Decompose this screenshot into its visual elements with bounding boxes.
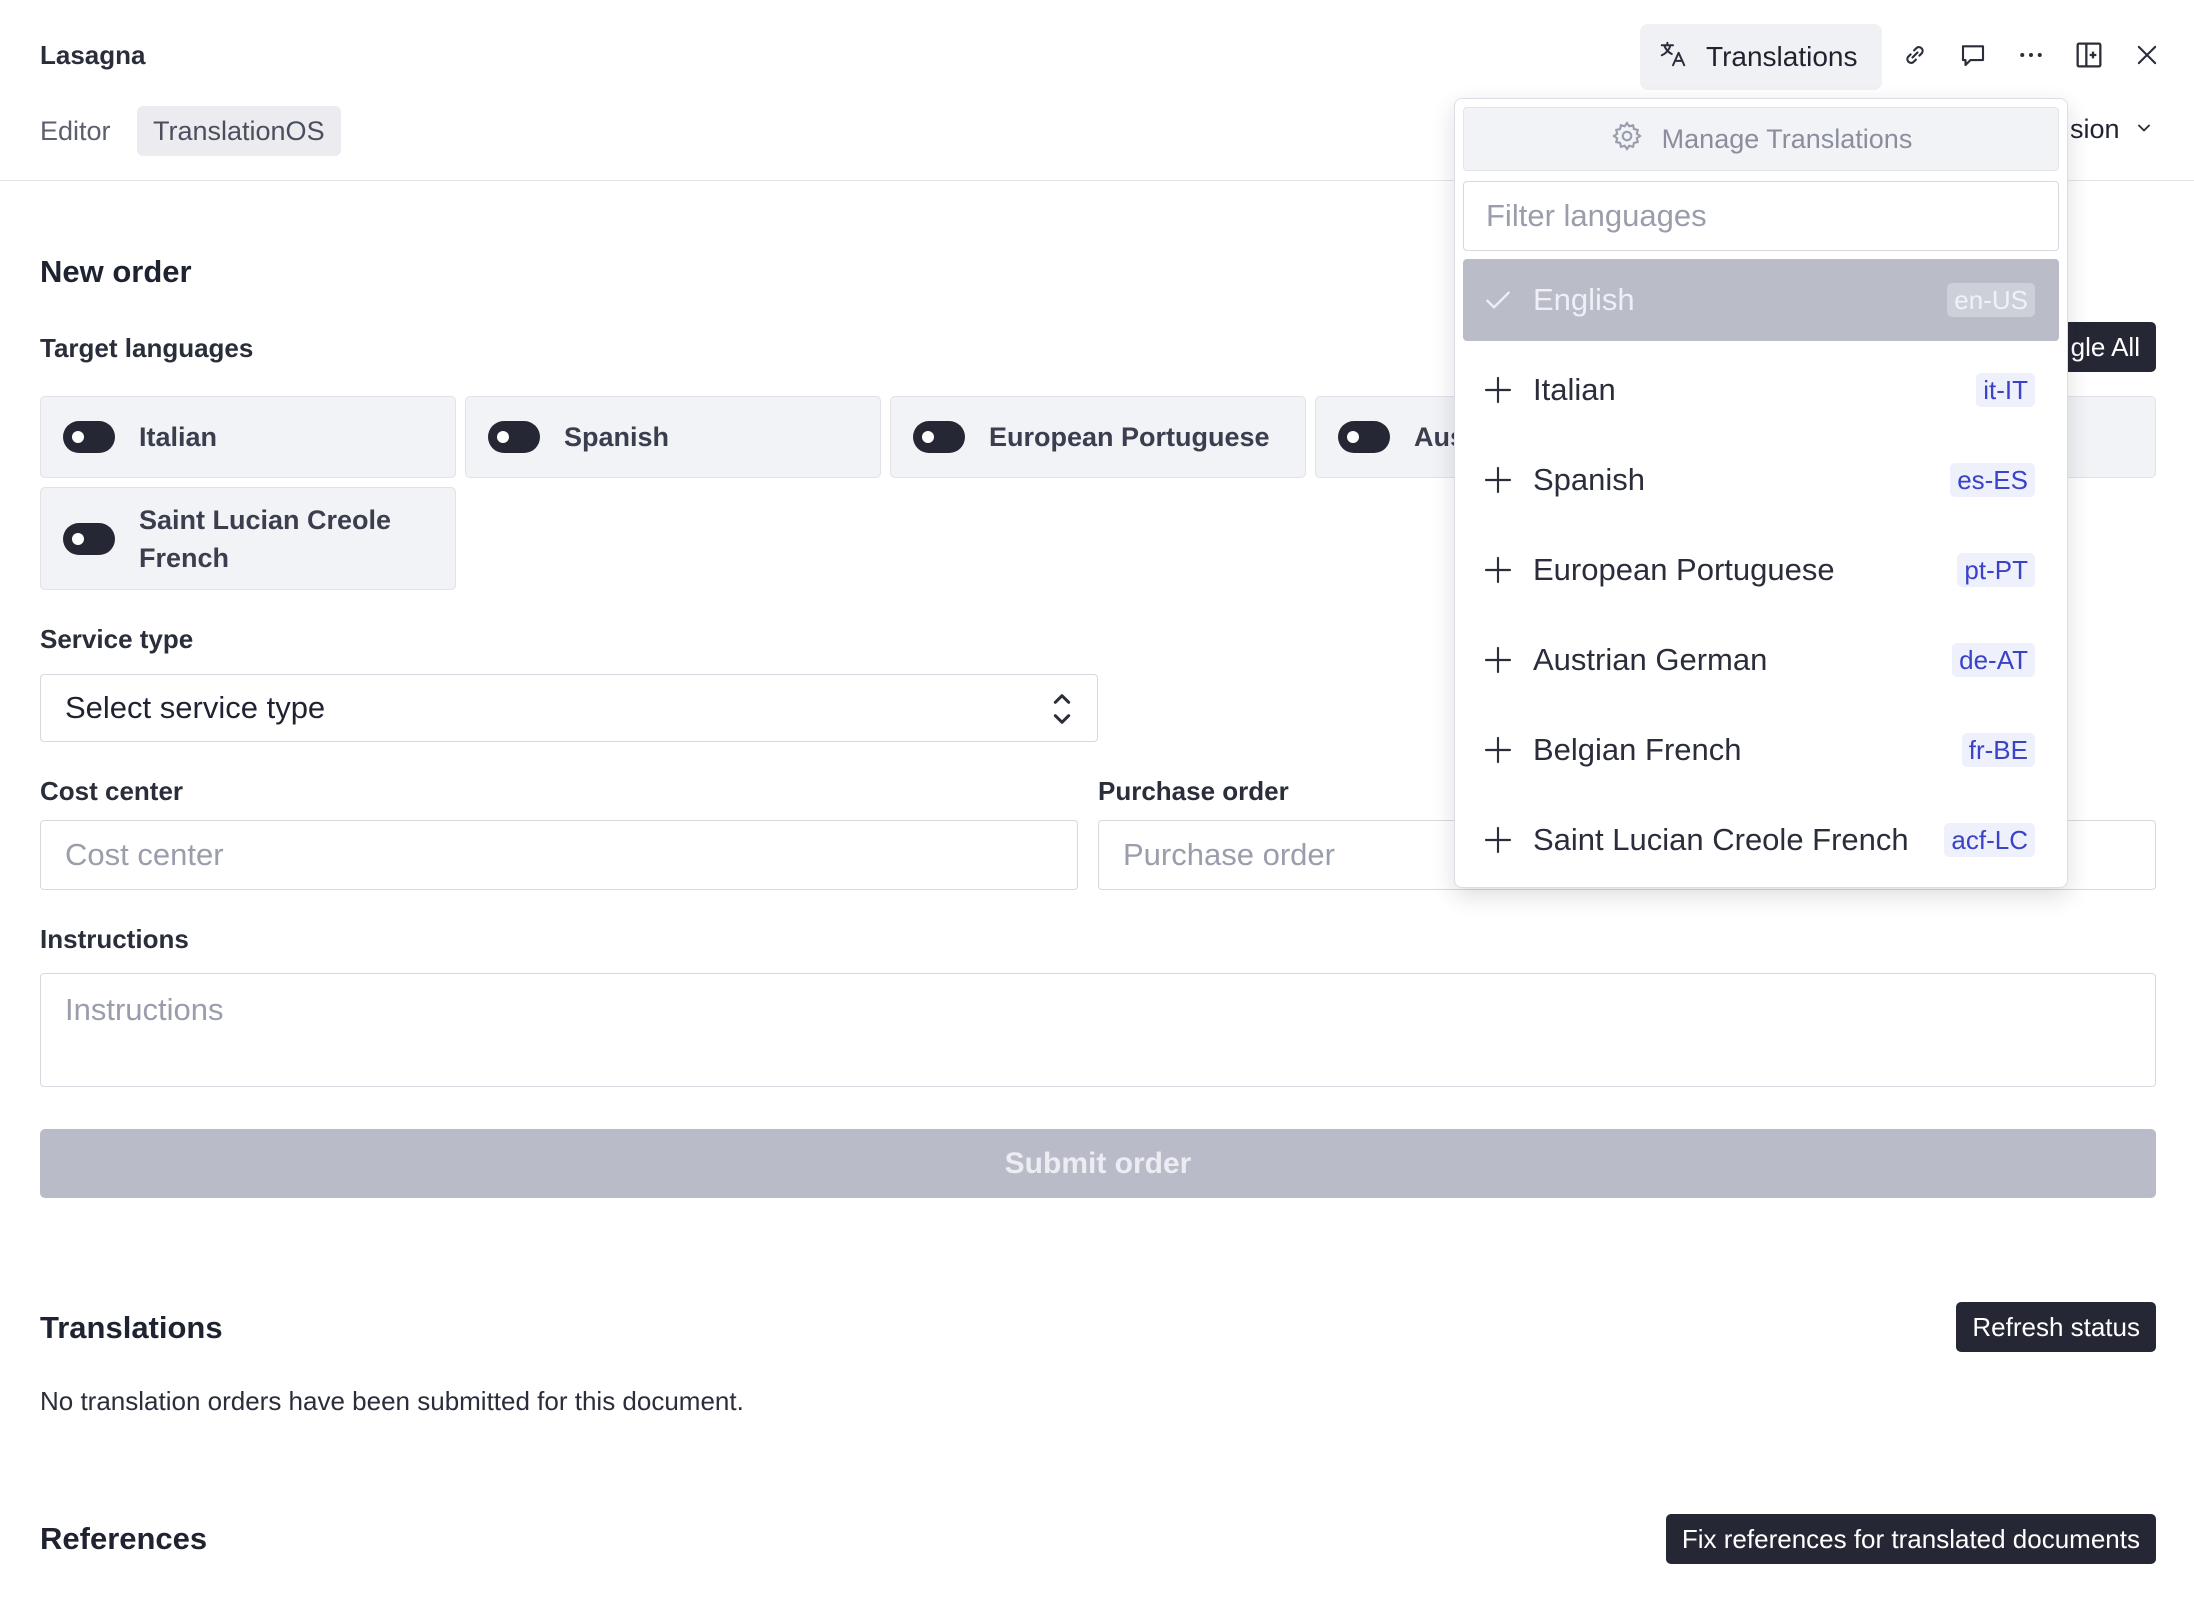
instructions-textarea[interactable]: Instructions [40, 973, 2156, 1087]
translations-heading: Translations [40, 1310, 223, 1345]
language-option[interactable]: Italian it-IT [1463, 349, 2059, 431]
language-option-label: Italian [1533, 372, 1616, 407]
close-icon[interactable] [2130, 38, 2164, 72]
translations-button-label: Translations [1706, 41, 1858, 72]
empty-state-text: No translation orders have been submitte… [40, 1386, 744, 1416]
version-selector[interactable]: sion [2070, 114, 2154, 145]
tab-editor[interactable]: Editor [40, 106, 111, 156]
new-order-heading: New order [40, 254, 192, 289]
language-code-badge: es-ES [1950, 463, 2035, 497]
language-code-badge: de-AT [1952, 643, 2035, 677]
tab-translationos[interactable]: TranslationOS [137, 106, 341, 156]
language-option-label: Austrian German [1533, 642, 1768, 677]
plus-icon [1481, 463, 1515, 497]
language-code-badge: pt-PT [1957, 553, 2035, 587]
language-option[interactable]: English en-US [1463, 259, 2059, 341]
refresh-status-button[interactable]: Refresh status [1956, 1302, 2156, 1352]
language-option[interactable]: Spanish es-ES [1463, 439, 2059, 521]
toggle-switch[interactable] [488, 421, 540, 453]
language-option[interactable]: European Portuguese pt-PT [1463, 529, 2059, 611]
toggle-switch[interactable] [1338, 421, 1390, 453]
filter-languages-input[interactable]: Filter languages [1463, 181, 2059, 251]
translations-dropdown: Manage Translations Filter languages Eng… [1454, 98, 2068, 888]
target-language-card[interactable]: Spanish [465, 396, 881, 478]
language-option-label: English [1533, 282, 1635, 317]
purchase-order-label: Purchase order [1098, 776, 1289, 806]
target-language-label: Spanish [564, 421, 670, 452]
service-type-label: Service type [40, 624, 194, 654]
fix-references-button[interactable]: Fix references for translated documents [1665, 1514, 2156, 1564]
submit-order-button[interactable]: Submit order [40, 1129, 2156, 1198]
check-icon [1481, 283, 1515, 317]
language-option-label: Saint Lucian Creole French [1533, 822, 1909, 857]
comment-icon[interactable] [1956, 38, 1990, 72]
split-pane-icon[interactable] [2072, 38, 2106, 72]
language-option[interactable]: Saint Lucian Creole French acf-LC [1463, 799, 2059, 881]
cost-center-label: Cost center [40, 776, 184, 806]
toggle-switch[interactable] [913, 421, 965, 453]
plus-icon [1481, 823, 1515, 857]
language-code-badge: acf-LC [1944, 823, 2035, 857]
manage-translations-button[interactable]: Manage Translations [1463, 107, 2059, 171]
chevron-up-down-icon [1049, 689, 1075, 737]
language-code-badge: it-IT [1976, 373, 2035, 407]
link-icon[interactable] [1898, 38, 1932, 72]
language-option-label: Belgian French [1533, 732, 1742, 767]
target-language-label: Saint Lucian Creole French [139, 504, 392, 573]
language-option[interactable]: Belgian French fr-BE [1463, 709, 2059, 791]
target-languages-label: Target languages [40, 333, 254, 363]
plus-icon [1481, 373, 1515, 407]
target-language-label: Italian [139, 421, 218, 452]
target-language-label: European Portuguese [989, 421, 1270, 452]
cost-center-input[interactable]: Cost center [40, 820, 1078, 890]
target-language-card[interactable]: Saint Lucian Creole French [40, 487, 456, 590]
translate-icon [1658, 39, 1688, 76]
instructions-label: Instructions [40, 924, 189, 954]
toggle-switch[interactable] [63, 522, 115, 555]
references-heading: References [40, 1521, 208, 1556]
manage-translations-label: Manage Translations [1661, 123, 1913, 154]
target-language-card[interactable]: European Portuguese [890, 396, 1306, 478]
target-language-card[interactable]: Italian [40, 396, 456, 478]
document-title: Lasagna [40, 40, 146, 70]
version-label: sion [2070, 114, 2120, 144]
language-code-badge: fr-BE [1961, 733, 2035, 767]
service-type-select[interactable]: Select service type [40, 674, 1098, 742]
translations-button[interactable]: Translations [1640, 24, 1882, 90]
plus-icon [1481, 643, 1515, 677]
language-code-badge: en-US [1947, 283, 2035, 317]
toggle-switch[interactable] [63, 421, 115, 453]
language-option-label: Spanish [1533, 462, 1646, 497]
plus-icon [1481, 733, 1515, 767]
language-option[interactable]: Austrian German de-AT [1463, 619, 2059, 701]
chevron-down-icon [2134, 114, 2154, 145]
language-option-label: European Portuguese [1533, 552, 1835, 587]
plus-icon [1481, 553, 1515, 587]
gear-icon [1610, 119, 1644, 160]
service-type-value: Select service type [65, 690, 326, 725]
more-icon[interactable] [2014, 38, 2048, 72]
